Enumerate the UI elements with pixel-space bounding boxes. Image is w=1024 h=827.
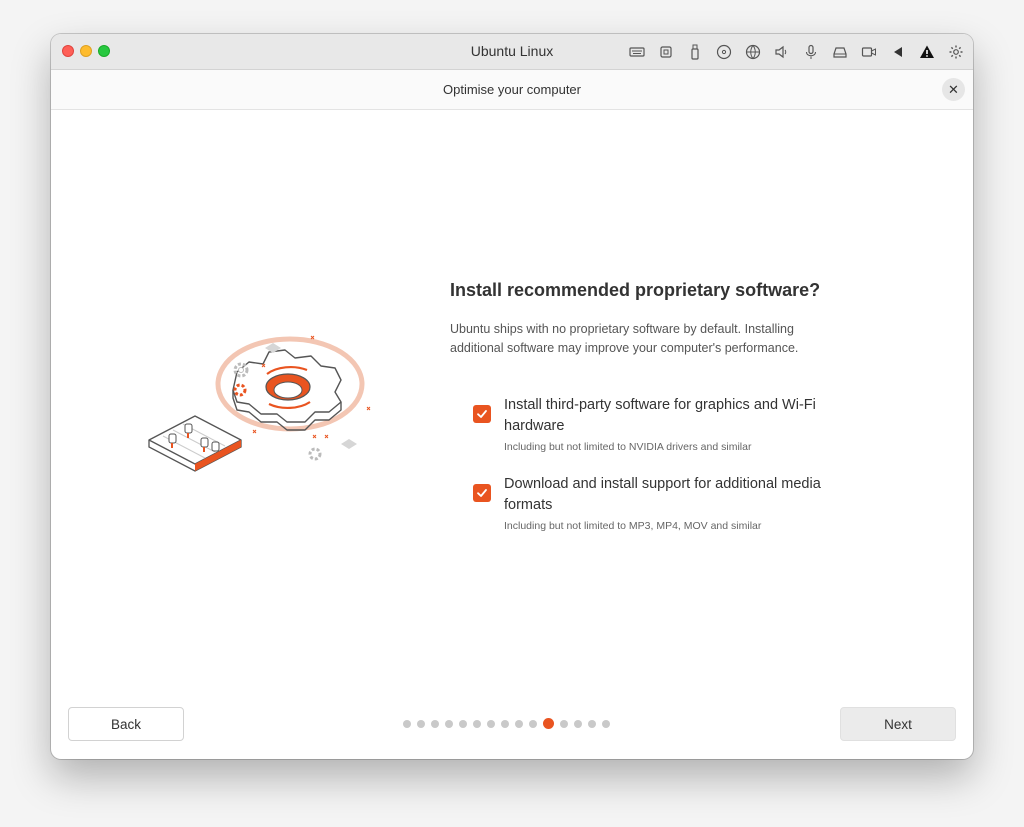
speaker-icon[interactable] (771, 42, 793, 62)
warning-icon[interactable] (916, 42, 938, 62)
main-heading: Install recommended proprietary software… (450, 280, 821, 300)
checkmark-icon (477, 410, 487, 418)
step-dot (588, 719, 596, 728)
checkbox-media-formats[interactable] (473, 484, 491, 502)
cpu-icon[interactable] (655, 42, 677, 62)
installer-window: Ubuntu Linux Optimise your computer ✕ In… (51, 34, 973, 759)
step-dot (403, 719, 411, 728)
step-indicator (403, 718, 610, 729)
checkbox-graphics-wifi[interactable] (473, 405, 491, 423)
share-icon[interactable] (887, 42, 909, 62)
gear-illustration (232, 349, 342, 431)
settings-icon[interactable] (945, 42, 967, 62)
step-dot (459, 719, 467, 728)
step-dot (515, 719, 523, 728)
step-dot (431, 719, 439, 728)
step-dot (529, 719, 537, 728)
disk-icon[interactable] (829, 42, 851, 62)
installer-header: Optimise your computer (51, 70, 973, 110)
option-sublabel: Including but not limited to NVIDIA driv… (504, 441, 752, 453)
option-label[interactable]: Install third-party software for graphic… (504, 395, 844, 437)
step-dot (473, 719, 481, 728)
step-dot (501, 719, 509, 728)
close-button[interactable]: ✕ (942, 78, 965, 101)
checkmark-icon (477, 489, 487, 497)
step-dot (417, 719, 425, 728)
keyboard-icon[interactable] (626, 42, 648, 62)
next-button[interactable]: Next (840, 707, 956, 741)
step-dot (560, 719, 568, 728)
small-gear-icon (308, 447, 322, 461)
microphone-icon[interactable] (800, 42, 822, 62)
diamond-shape (341, 439, 357, 449)
vm-titlebar: Ubuntu Linux (51, 34, 973, 70)
cd-icon[interactable] (713, 42, 735, 62)
back-button[interactable]: Back (68, 707, 184, 741)
option-sublabel: Including but not limited to MP3, MP4, M… (504, 520, 762, 532)
optimise-illustration (148, 335, 371, 472)
main-content: Install recommended proprietary software… (450, 280, 860, 358)
close-icon: ✕ (948, 81, 959, 97)
step-dot-active (543, 718, 554, 729)
camera-icon[interactable] (858, 42, 880, 62)
step-dot (602, 719, 610, 728)
slider-panel-illustration (148, 415, 242, 472)
vm-toolbar (626, 42, 967, 62)
page-title: Optimise your computer (443, 82, 581, 97)
network-icon[interactable] (742, 42, 764, 62)
step-dot (487, 719, 495, 728)
usb-icon[interactable] (684, 42, 706, 62)
step-dot (445, 719, 453, 728)
option-label[interactable]: Download and install support for additio… (504, 474, 844, 516)
main-description: Ubuntu ships with no proprietary softwar… (450, 322, 799, 355)
step-dot (574, 719, 582, 728)
